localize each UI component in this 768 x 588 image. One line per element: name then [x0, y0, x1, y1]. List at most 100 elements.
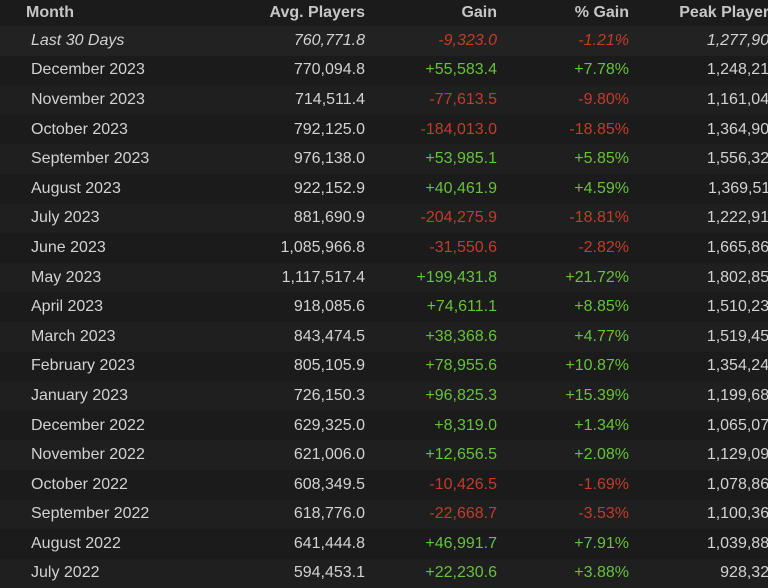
table-row: May 2023 1,117,517.4 +199,431.8 +21.72% 1,80…	[0, 262, 768, 293]
avg-players-cell: 976,138.0	[211, 144, 367, 174]
avg-players-cell: 881,690.9	[211, 203, 367, 234]
table-row: September 2023 976,138.0 +53,985.1 +5.85% 1,…	[0, 144, 768, 174]
pct-gain-cell: +7.78%	[499, 55, 631, 86]
table-row: October 2023 792,125.0 -184,013.0 -18.85% 1,…	[0, 114, 768, 145]
table-row: September 2022 618,776.0 -22,668.7 -3.53% 1,…	[0, 499, 768, 530]
pct-gain-cell: -18.81%	[499, 203, 631, 234]
gain-cell: +8,319.0	[367, 410, 499, 441]
avg-players-cell: 1,117,517.4	[211, 262, 367, 293]
gain-cell: -9,323.0	[367, 26, 499, 56]
table-row: Last 30 Days 760,771.8 -9,323.0 -1.21% 1,277…	[0, 26, 768, 56]
month-cell: August 2022	[0, 529, 211, 559]
header-peak-players: Peak Players	[679, 4, 768, 21]
peak-players-cell: 1,369,511	[631, 173, 768, 204]
pct-gain-cell: -9.80%	[499, 85, 631, 115]
avg-players-cell: 608,349.5	[211, 469, 367, 500]
month-cell: July 2023	[0, 203, 211, 234]
peak-players-cell: 1,199,684	[631, 381, 768, 411]
pct-gain-cell: -18.85%	[499, 114, 631, 145]
month-cell: December 2023	[0, 55, 211, 86]
month-cell: October 2022	[0, 469, 211, 500]
pct-gain-cell: +10.87%	[499, 351, 631, 382]
peak-players-cell: 1,039,889	[631, 529, 768, 559]
gain-cell: +74,611.1	[367, 292, 499, 322]
month-cell: October 2023	[0, 114, 211, 145]
month-cell: Last 30 Days	[0, 26, 211, 56]
gain-cell: +22,230.6	[367, 558, 499, 588]
header-pct-gain: % Gain	[574, 4, 629, 21]
peak-players-cell: 1,519,457	[631, 321, 768, 352]
gain-cell: +96,825.3	[367, 381, 499, 411]
peak-players-cell: 1,065,079	[631, 410, 768, 441]
peak-players-cell: 1,510,231	[631, 292, 768, 322]
table-row: July 2022594,453.1+22,230.6+3.88%928,329	[0, 558, 768, 588]
player-stats-table: Month Avg. Players Gain % Gain Peak Play…	[0, 0, 768, 588]
avg-players-cell: 618,776.0	[211, 499, 367, 530]
avg-players-cell: 629,325.0	[211, 410, 367, 441]
month-cell: June 2023	[0, 233, 211, 263]
peak-players-cell: 1,665,869	[631, 233, 768, 263]
avg-players-cell: 843,474.5	[211, 321, 367, 352]
peak-players-cell: 1,354,248	[631, 351, 768, 382]
table-row: January 2023 726,150.3 +96,825.3 +15.39% 1,1…	[0, 381, 768, 411]
month-cell: November 2022	[0, 440, 211, 470]
pct-gain-cell: +3.88%	[499, 558, 631, 588]
table-row: February 2023 805,105.9 +78,955.6 +10.87% 1,…	[0, 351, 768, 382]
gain-cell: -204,275.9	[367, 203, 499, 234]
pct-gain-cell: -3.53%	[499, 499, 631, 530]
month-cell: July 2022	[0, 558, 211, 588]
avg-players-cell: 770,094.8	[211, 55, 367, 86]
month-cell: April 2023	[0, 292, 211, 322]
header-avg-players: Avg. Players	[269, 4, 365, 21]
peak-players-cell: 1,100,366	[631, 499, 768, 530]
pct-gain-cell: +4.77%	[499, 321, 631, 352]
avg-players-cell: 714,511.4	[211, 85, 367, 115]
pct-gain-cell: +5.85%	[499, 144, 631, 174]
pct-gain-cell: +21.72%	[499, 262, 631, 293]
pct-gain-cell: -2.82%	[499, 233, 631, 263]
header-row: Month Avg. Players Gain % Gain Peak Play…	[0, 0, 768, 26]
peak-players-cell: 1,161,043	[631, 85, 768, 115]
avg-players-cell: 805,105.9	[211, 351, 367, 382]
avg-players-cell: 760,771.8	[211, 26, 367, 56]
avg-players-cell: 922,152.9	[211, 173, 367, 204]
month-cell: March 2023	[0, 321, 211, 352]
table-row: November 2023 714,511.4 -77,613.5 -9.80% 1,1…	[0, 85, 768, 115]
table-header: Month Avg. Players Gain % Gain Peak Play…	[0, 0, 768, 26]
peak-players-cell: 1,222,913	[631, 203, 768, 234]
gain-cell: +78,955.6	[367, 351, 499, 382]
month-cell: September 2022	[0, 499, 211, 530]
peak-players-cell: 1,277,907	[631, 26, 768, 56]
month-cell: December 2022	[0, 410, 211, 441]
gain-cell: +53,985.1	[367, 144, 499, 174]
peak-players-cell: 1,248,217	[631, 55, 768, 86]
pct-gain-cell: -1.21%	[499, 26, 631, 56]
peak-players-cell: 928,329	[631, 558, 768, 588]
pct-gain-cell: +8.85%	[499, 292, 631, 322]
pct-gain-cell: +2.08%	[499, 440, 631, 470]
avg-players-cell: 621,006.0	[211, 440, 367, 470]
avg-players-cell: 641,444.8	[211, 529, 367, 559]
pct-gain-cell: +1.34%	[499, 410, 631, 441]
table-row: June 2023 1,085,966.8 -31,550.6 -2.82% 1,665…	[0, 233, 768, 263]
pct-gain-cell: +15.39%	[499, 381, 631, 411]
gain-cell: -22,668.7	[367, 499, 499, 530]
pct-gain-cell: -1.69%	[499, 469, 631, 500]
month-cell: September 2023	[0, 144, 211, 174]
peak-players-cell: 1,802,853	[631, 262, 768, 293]
gain-cell: +38,368.6	[367, 321, 499, 352]
table-row: October 2022 608,349.5 -10,426.5 -1.69% 1,07…	[0, 469, 768, 500]
header-month: Month	[26, 4, 74, 21]
avg-players-cell: 594,453.1	[211, 558, 367, 588]
gain-cell: -10,426.5	[367, 469, 499, 500]
table-row: December 2022 629,325.0 +8,319.0 +1.34% 1,06…	[0, 410, 768, 441]
gain-cell: +46,991.7	[367, 529, 499, 559]
peak-players-cell: 1,364,902	[631, 114, 768, 145]
gain-cell: +199,431.8	[367, 262, 499, 293]
table-row: April 2023 918,085.6 +74,611.1 +8.85% 1,510,…	[0, 292, 768, 322]
month-cell: November 2023	[0, 85, 211, 115]
table-row: March 2023 843,474.5 +38,368.6 +4.77% 1,519,…	[0, 321, 768, 352]
header-gain: Gain	[461, 4, 497, 21]
gain-cell: -31,550.6	[367, 233, 499, 263]
pct-gain-cell: +4.59%	[499, 173, 631, 204]
